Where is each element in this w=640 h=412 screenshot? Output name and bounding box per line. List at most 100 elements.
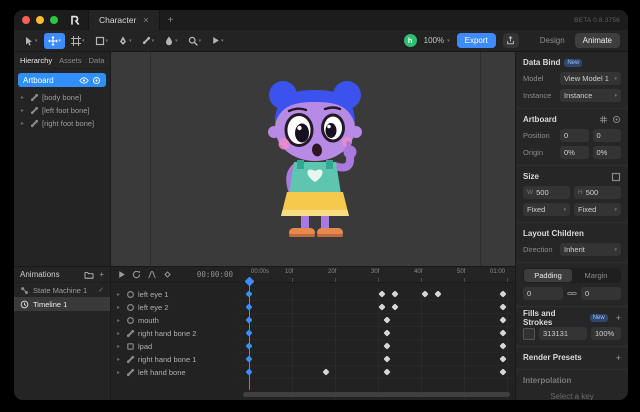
animation-item-state-machine[interactable]: State Machine 1 ✓ <box>14 283 110 297</box>
chevron-right-icon[interactable]: ▸ <box>117 330 123 337</box>
keyframe[interactable] <box>323 368 330 375</box>
tab-hierarchy[interactable]: Hierarchy <box>20 56 52 65</box>
chevron-right-icon[interactable]: ▸ <box>21 94 27 101</box>
track-row[interactable]: ▸lpad <box>111 340 239 353</box>
width-input[interactable]: W 500 <box>523 186 570 199</box>
height-input[interactable]: H 500 <box>574 186 621 199</box>
keyframe[interactable] <box>392 290 399 297</box>
graph-editor-icon[interactable] <box>147 270 157 279</box>
document-tab[interactable]: Character × <box>88 10 160 30</box>
keyframe[interactable] <box>383 342 390 349</box>
instance-select[interactable]: Instance ▾ <box>560 89 621 102</box>
position-x-input[interactable]: 0 <box>560 129 589 142</box>
play-tool[interactable]: ▾ <box>207 33 228 49</box>
direction-select[interactable]: Inherit ▾ <box>560 243 621 256</box>
new-folder-icon[interactable] <box>84 271 94 279</box>
pen-tool[interactable]: ▾ <box>114 33 136 49</box>
hierarchy-item[interactable]: ▸[left foot bone] <box>14 104 110 117</box>
visibility-icon[interactable] <box>79 77 89 84</box>
keyframe[interactable] <box>379 290 386 297</box>
size-options-icon[interactable] <box>611 172 621 182</box>
padding-left-input[interactable]: 0 <box>523 287 563 300</box>
track-row[interactable]: ▸left eye 1 <box>111 288 239 301</box>
shape-tool[interactable]: ▾ <box>91 33 113 49</box>
keyframe[interactable] <box>499 355 506 362</box>
keyframe[interactable] <box>392 303 399 310</box>
chevron-right-icon[interactable]: ▸ <box>117 356 123 363</box>
color-hex-input[interactable]: 313131 <box>539 327 587 340</box>
keyframe[interactable] <box>379 303 386 310</box>
playhead[interactable] <box>249 284 250 390</box>
model-select[interactable]: View Model 1 ▾ <box>560 72 621 85</box>
add-animation-button[interactable]: + <box>99 270 104 279</box>
link-icon[interactable] <box>567 289 577 298</box>
add-key-icon[interactable] <box>163 270 172 279</box>
avatar[interactable]: h <box>404 34 417 47</box>
add-render-preset-button[interactable]: + <box>616 353 621 363</box>
keyframe[interactable] <box>383 355 390 362</box>
add-fill-button[interactable]: + <box>616 313 621 323</box>
play-button[interactable] <box>117 270 126 279</box>
track-row[interactable]: ▸left hand bone <box>111 366 239 379</box>
padding-right-input[interactable]: 0 <box>581 287 621 300</box>
width-mode-select[interactable]: Fixed ▾ <box>523 203 570 216</box>
paint-tool[interactable]: ▾ <box>160 33 182 49</box>
chevron-right-icon[interactable]: ▸ <box>21 107 27 114</box>
track-row[interactable]: ▸right hand bone 1 <box>111 353 239 366</box>
origin-x-input[interactable]: 0% <box>560 146 589 159</box>
view-tool[interactable]: ▾ <box>184 33 206 49</box>
timeline-ruler[interactable]: 00:00s10f20f30f40f50f01:00 <box>239 267 515 282</box>
close-tab-icon[interactable]: × <box>143 15 148 25</box>
zoom-control[interactable]: 100% ▾ <box>424 36 450 45</box>
color-swatch[interactable] <box>523 328 535 340</box>
tab-margin[interactable]: Margin <box>572 269 620 282</box>
grid-icon[interactable] <box>599 115 608 124</box>
chevron-right-icon[interactable]: ▸ <box>117 291 123 298</box>
target-icon[interactable] <box>92 76 101 85</box>
track-row[interactable]: ▸left eye 2 <box>111 301 239 314</box>
keyframe[interactable] <box>383 329 390 336</box>
tab-padding[interactable]: Padding <box>524 269 572 282</box>
keyframe[interactable] <box>499 329 506 336</box>
chevron-right-icon[interactable]: ▸ <box>117 369 123 376</box>
keyframe[interactable] <box>499 290 506 297</box>
keyframe[interactable] <box>499 303 506 310</box>
track-row[interactable]: ▸right hand bone 2 <box>111 327 239 340</box>
keyframe[interactable] <box>499 342 506 349</box>
close-window-button[interactable] <box>22 16 30 24</box>
select-tool[interactable]: ▾ <box>20 33 42 49</box>
target-icon[interactable] <box>612 115 621 124</box>
hierarchy-item-artboard[interactable]: Artboard <box>18 73 106 87</box>
hierarchy-item[interactable]: ▸[body bone] <box>14 91 110 104</box>
keyframe[interactable] <box>383 316 390 323</box>
maximize-window-button[interactable] <box>50 16 58 24</box>
tab-data[interactable]: Data <box>89 56 105 65</box>
track-row[interactable]: ▸mouth <box>111 314 239 327</box>
chevron-right-icon[interactable]: ▸ <box>117 343 123 350</box>
new-tab-button[interactable]: + <box>160 15 182 26</box>
timeline-grid[interactable] <box>239 288 515 400</box>
bone-tool[interactable]: ▾ <box>138 33 159 49</box>
canvas[interactable] <box>111 52 515 266</box>
origin-y-input[interactable]: 0% <box>593 146 622 159</box>
keyframe[interactable] <box>422 290 429 297</box>
share-button[interactable] <box>503 33 519 48</box>
keyframe[interactable] <box>383 368 390 375</box>
artboard-tool[interactable]: ▾ <box>67 33 89 49</box>
keyframe[interactable] <box>435 290 442 297</box>
export-button[interactable]: Export <box>457 33 496 48</box>
keyframe[interactable] <box>499 368 506 375</box>
tab-assets[interactable]: Assets <box>59 56 82 65</box>
position-y-input[interactable]: 0 <box>593 129 622 142</box>
hierarchy-item[interactable]: ▸[right foot bone] <box>14 117 110 130</box>
tab-design[interactable]: Design <box>532 33 573 48</box>
loop-icon[interactable] <box>132 270 141 279</box>
translate-tool[interactable]: ▾ <box>44 33 66 49</box>
chevron-right-icon[interactable]: ▸ <box>21 120 27 127</box>
chevron-right-icon[interactable]: ▸ <box>117 304 123 311</box>
animation-item-timeline[interactable]: Timeline 1 <box>14 297 110 311</box>
timeline-scrollbar[interactable] <box>243 392 510 397</box>
chevron-right-icon[interactable]: ▸ <box>117 317 123 324</box>
minimize-window-button[interactable] <box>36 16 44 24</box>
keyframe[interactable] <box>499 316 506 323</box>
